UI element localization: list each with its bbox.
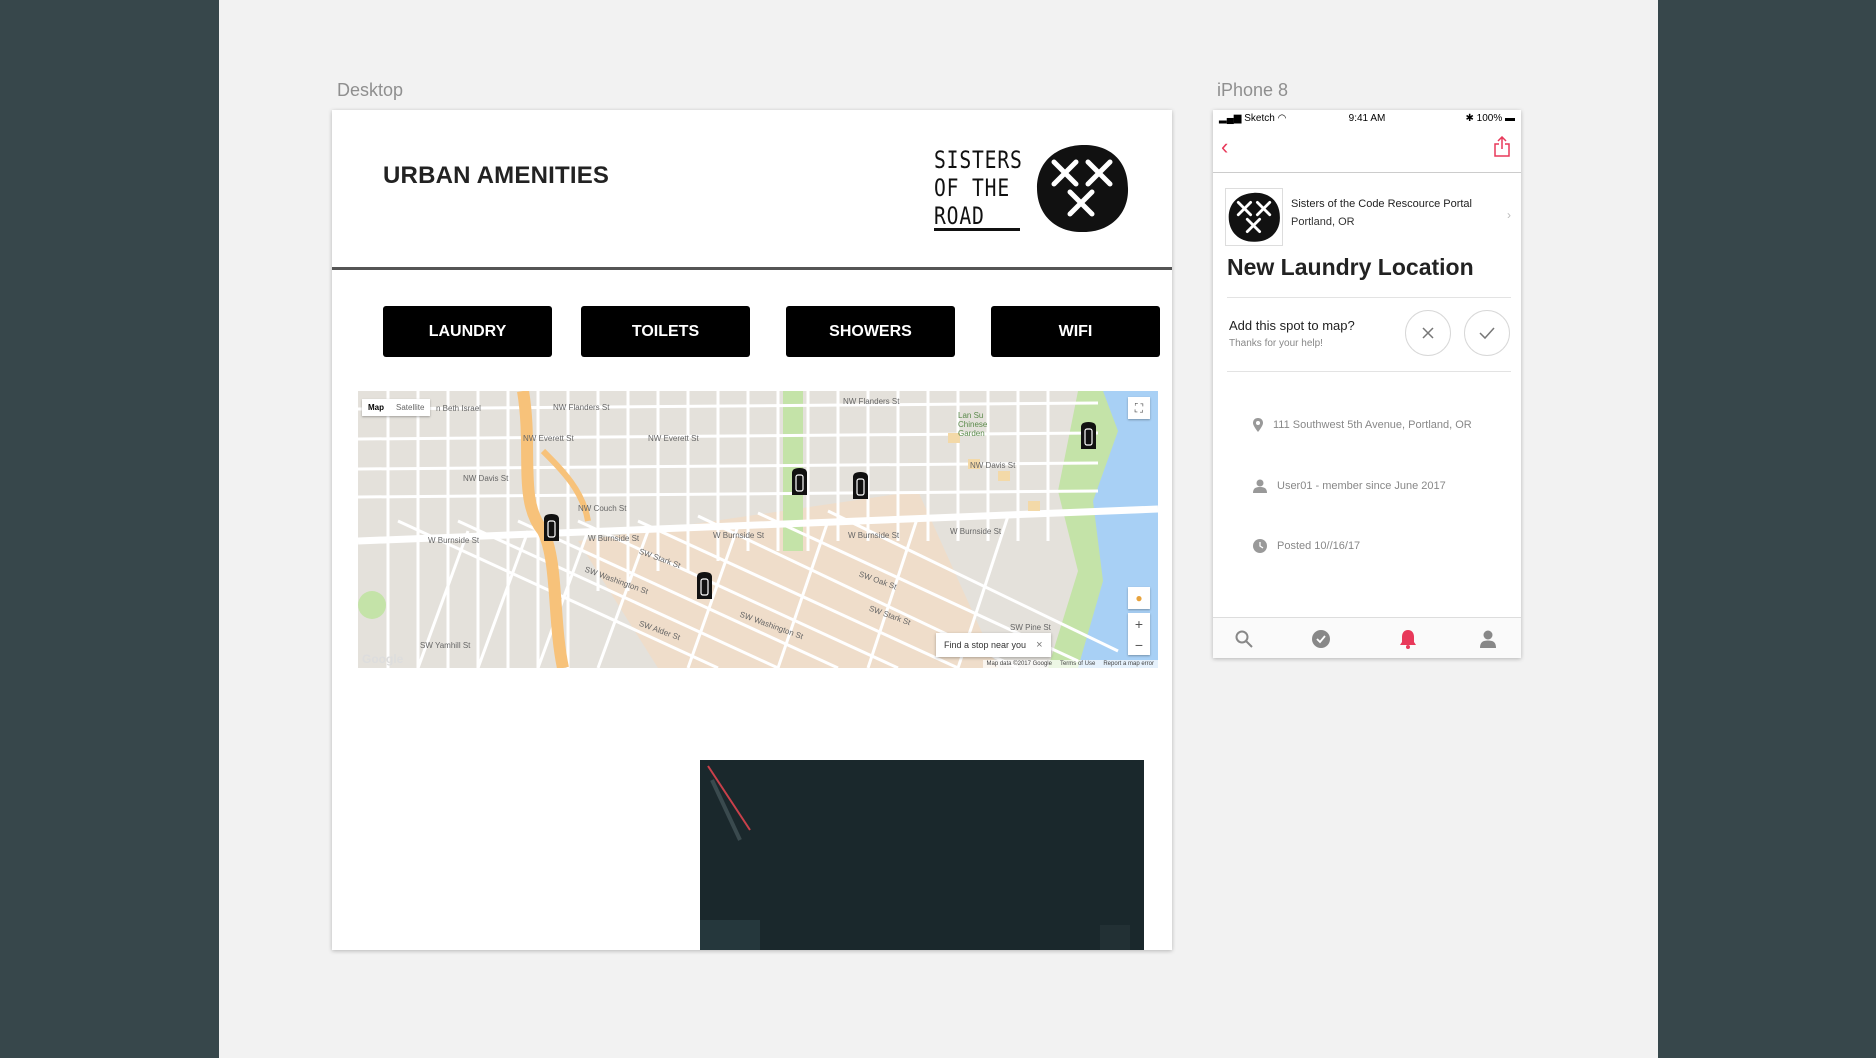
close-icon [1422,327,1434,339]
address-text: 111 Southwest 5th Avenue, Portland, OR [1273,419,1472,431]
toilets-button[interactable]: TOILETS [581,306,750,357]
laundry-pin-icon[interactable] [852,471,869,500]
page-title: New Laundry Location [1227,254,1474,280]
find-stop-label: Find a stop near you [944,640,1027,650]
fullscreen-icon[interactable]: ⛶ [1128,397,1150,419]
map-type-satellite[interactable]: Satellite [390,399,430,416]
street-view-icon[interactable]: ● [1128,587,1150,609]
street-label: NW Flanders St [553,403,610,412]
zoom-controls: + − [1128,613,1150,655]
laundry-button[interactable]: LAUNDRY [383,306,552,357]
brand-wordmark: SISTERS OF THE ROAD [934,146,1042,230]
tab-search[interactable] [1233,628,1255,650]
tab-verified[interactable] [1310,628,1332,650]
reject-button[interactable] [1405,310,1451,356]
search-icon [1235,630,1253,648]
nav-bar: ‹ [1213,128,1521,173]
design-canvas: Desktop iPhone 8 URBAN AMENITIES SISTERS… [219,0,1658,1058]
portal-name: Sisters of the Code Rescource Portal [1291,198,1472,210]
clock-icon [1253,539,1267,553]
location-pin-icon [1253,418,1263,432]
iphone-artboard: ▂▄▆ Sketch ◠ 9:41 AM ✱ 100% ▬ ‹ Sisters … [1213,110,1521,658]
street-label: W Burnside St [950,527,1002,536]
street-label: W Burnside St [588,534,640,543]
map-type-toggle[interactable]: Map Satellite [362,399,431,416]
check-circle-icon [1312,630,1330,648]
zoom-in-button[interactable]: + [1128,613,1150,634]
google-logo: Google [362,652,404,666]
street-label: SW Yamhill St [420,641,471,650]
check-icon [1479,327,1495,340]
park-label: Lan Su Chinese Garden [958,411,988,438]
report-error-link[interactable]: Report a map error [1103,661,1154,667]
laundry-pin-icon[interactable] [543,513,560,542]
tab-profile[interactable] [1477,628,1499,650]
brand-logo-icon [1037,144,1129,233]
wifi-button[interactable]: WIFI [991,306,1160,357]
brand-line: SISTERS [934,146,1023,174]
street-label: NW Davis St [463,474,509,483]
portal-location: Portland, OR [1291,216,1355,228]
map-data-credit: Map data ©2017 Google [986,661,1052,667]
dark-photo [700,760,1144,950]
showers-button[interactable]: SHOWERS [786,306,955,357]
street-label: NW Davis St [970,461,1016,470]
brand-line: OF THE [934,174,1011,202]
site-title: URBAN AMENITIES [383,162,610,189]
tab-notifications[interactable] [1397,628,1419,650]
profile-icon [1480,630,1496,648]
map-footer: Map data ©2017 Google Terms of Use Repor… [982,660,1158,668]
brand-underline [934,228,1020,231]
street-label: W Burnside St [428,536,480,545]
street-label: NW Everett St [648,434,699,443]
user-icon [1253,479,1267,493]
street-label: W Burnside St [713,531,765,540]
amenities-map[interactable]: Map Satellite n Beth Israel NW Flanders … [358,391,1158,668]
desktop-artboard: URBAN AMENITIES SISTERS OF THE ROAD LAUN… [332,110,1172,950]
desktop-artboard-label: Desktop [337,80,404,100]
dark-photo-texture [700,760,1144,950]
chevron-left-icon[interactable]: ‹ [1221,134,1228,160]
user-row: User01 - member since June 2017 [1253,479,1446,493]
portal-logo [1225,188,1283,246]
question-subtitle: Thanks for your help! [1229,338,1323,349]
portal-row[interactable]: Sisters of the Code Rescource Portal Por… [1225,188,1515,248]
divider [1227,371,1511,372]
status-bar: ▂▄▆ Sketch ◠ 9:41 AM ✱ 100% ▬ [1213,110,1521,128]
laundry-pin-icon[interactable] [791,467,808,496]
bell-icon [1400,630,1416,649]
brand-line: ROAD [934,202,985,230]
share-icon[interactable] [1493,136,1511,158]
street-label: NW Everett St [523,434,574,443]
address-row: 111 Southwest 5th Avenue, Portland, OR [1253,418,1472,432]
posted-text: Posted 10//16/17 [1277,540,1361,552]
confirm-button[interactable] [1464,310,1510,356]
site-header: URBAN AMENITIES SISTERS OF THE ROAD [332,110,1172,270]
battery-percent: 100% [1476,113,1503,124]
zoom-out-button[interactable]: − [1128,634,1150,655]
close-icon[interactable]: × [1036,639,1042,651]
brand-logo-icon [1228,192,1280,242]
chevron-right-icon: › [1507,208,1511,222]
laundry-pin-icon[interactable] [696,571,713,600]
find-stop-prompt[interactable]: Find a stop near you × [936,633,1051,657]
street-label: SW Pine St [1010,623,1051,632]
battery-status: ✱ 100% ▬ [1465,113,1515,124]
poi-label: n Beth Israel [436,404,481,413]
user-text: User01 - member since June 2017 [1277,480,1446,492]
posted-row: Posted 10//16/17 [1253,539,1360,553]
street-label: NW Couch St [578,504,627,513]
map-type-map[interactable]: Map [362,399,390,416]
street-label: W Burnside St [848,531,900,540]
phone-artboard-label: iPhone 8 [1217,80,1289,100]
divider [1227,297,1511,298]
tab-bar [1213,617,1521,658]
laundry-pin-icon[interactable] [1080,421,1097,450]
terms-link[interactable]: Terms of Use [1060,661,1095,667]
question-title: Add this spot to map? [1229,318,1355,333]
street-label: NW Flanders St [843,397,900,406]
